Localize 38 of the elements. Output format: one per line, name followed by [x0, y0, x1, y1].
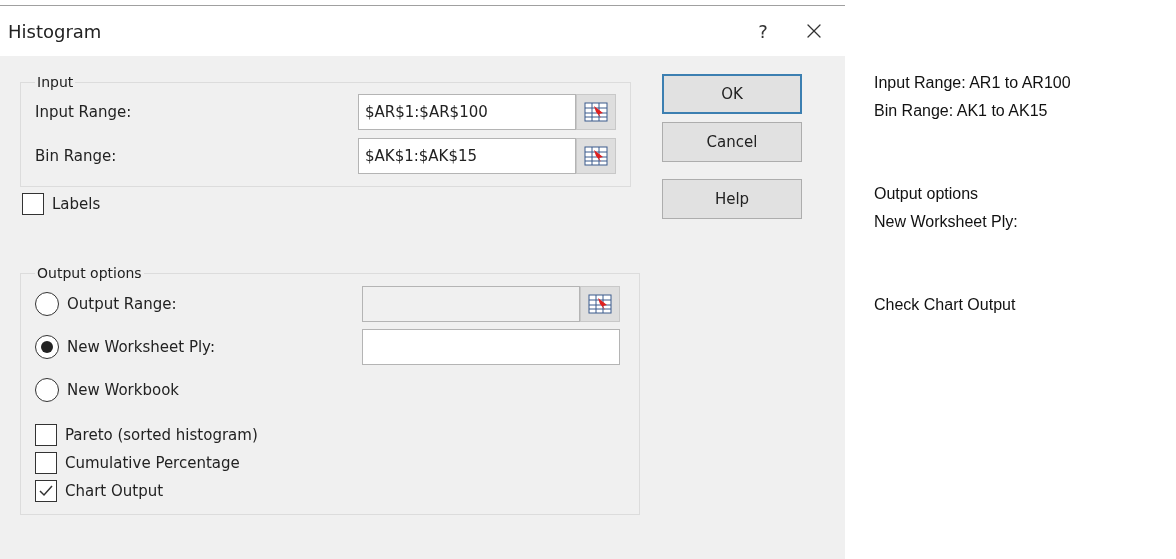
dialog-button[interactable]: Help — [662, 179, 802, 219]
dialog-button[interactable]: OK — [662, 74, 802, 114]
range-field[interactable]: $AR$1:$AR$100 — [358, 94, 576, 130]
radio-label: Output Range: — [67, 294, 177, 313]
collapse-dialog-icon — [588, 293, 612, 314]
range-picker-button[interactable] — [576, 94, 616, 130]
range-picker-button[interactable] — [580, 285, 620, 322]
group-title: Input — [36, 74, 75, 90]
note-text: New Worksheet Ply: — [874, 212, 1019, 232]
field-label: Bin Range: — [35, 147, 118, 165]
checkbox[interactable] — [22, 193, 44, 215]
collapse-dialog-icon — [584, 102, 608, 122]
note-text: Input Range: AR1 to AR100 — [874, 73, 1072, 93]
range-picker-button[interactable] — [576, 138, 616, 174]
note-text: Bin Range: AK1 to AK15 — [874, 101, 1049, 121]
checkbox[interactable] — [35, 424, 57, 446]
collapse-dialog-icon — [584, 146, 608, 166]
group-title: Output options — [36, 265, 143, 281]
radio-label: New Worksheet Ply: — [67, 337, 215, 356]
checkbox-label: Chart Output — [65, 482, 164, 500]
checkbox[interactable] — [35, 480, 57, 502]
checkbox-label: Labels — [52, 195, 101, 213]
checkbox-label: Cumulative Percentage — [65, 454, 240, 472]
check-mark-icon — [38, 484, 54, 498]
field-label: Input Range: — [35, 103, 133, 121]
radio-button[interactable] — [35, 377, 59, 402]
radio-button[interactable] — [35, 291, 59, 316]
radio-button[interactable] — [35, 334, 59, 359]
dialog-button[interactable]: Cancel — [662, 122, 802, 162]
note-text: Check Chart Output — [874, 295, 1017, 315]
checkbox-label: Pareto (sorted histogram) — [65, 426, 258, 444]
range-field[interactable]: $AK$1:$AK$15 — [358, 138, 576, 174]
window-title: Histogram — [8, 20, 103, 42]
help-button[interactable]: ? — [743, 20, 783, 42]
checkbox[interactable] — [35, 452, 57, 474]
radio-label: New Workbook — [67, 380, 180, 399]
note-text: Output options — [874, 184, 980, 204]
text-field[interactable] — [362, 328, 620, 365]
